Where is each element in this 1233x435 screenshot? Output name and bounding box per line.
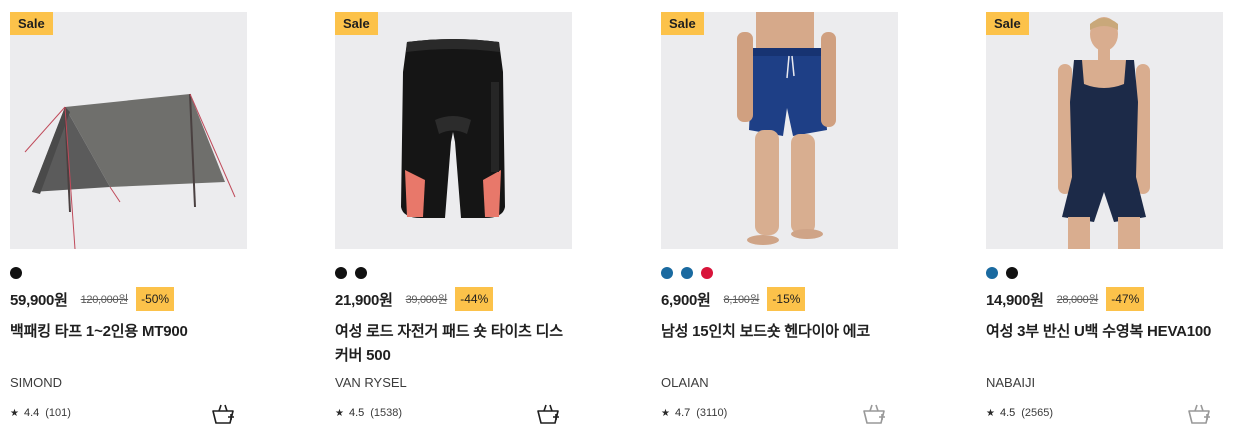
rating: ★ 4.5 (2565)	[986, 405, 1053, 421]
add-to-cart-icon	[1188, 404, 1210, 424]
product-brand: VAN RYSEL	[335, 375, 407, 390]
color-swatch-black[interactable]	[10, 267, 22, 279]
discount-badge: -50%	[136, 287, 175, 311]
product-card[interactable]: Sale 21,900원 39,000원 -44% 여성 로드 자전거 패드 숏…	[335, 0, 572, 435]
swim-shorts-image	[737, 12, 836, 245]
price-row: 14,900원 28,000원 -47%	[986, 287, 1145, 311]
sale-price: 14,900원	[986, 291, 1044, 309]
product-image[interactable]	[986, 12, 1223, 249]
review-count: (2565)	[1021, 407, 1054, 419]
sale-badge: Sale	[661, 12, 704, 35]
cycling-shorts-image	[401, 39, 505, 218]
review-count: (1538)	[370, 407, 403, 419]
product-title[interactable]: 남성 15인치 보드숏 헨다이아 에코	[661, 320, 898, 344]
add-to-cart-button[interactable]	[211, 402, 235, 426]
price-row: 6,900원 8,100원 -15%	[661, 287, 806, 311]
review-count: (101)	[45, 407, 71, 419]
color-swatches	[986, 267, 1018, 279]
add-to-cart-icon	[863, 404, 885, 424]
color-swatches	[661, 267, 713, 279]
review-count: (3110)	[696, 407, 728, 419]
product-card[interactable]: Sale 6,900원 8,100원 -15% 남성 15인치 보드숏 헨다이아…	[661, 0, 898, 435]
color-swatch-black[interactable]	[335, 267, 347, 279]
sale-badge: Sale	[986, 12, 1029, 35]
add-to-cart-button[interactable]	[1187, 402, 1211, 426]
sale-price: 6,900원	[661, 291, 711, 309]
color-swatch-blue[interactable]	[986, 267, 998, 279]
star-icon: ★	[661, 407, 670, 419]
color-swatch-black[interactable]	[1006, 267, 1018, 279]
price-row: 59,900원 120,000원 -50%	[10, 287, 175, 311]
product-card[interactable]: Sale 59,900원 120,000원 -50% 백패킹 타프 1~2인용 …	[10, 0, 247, 435]
color-swatch-blue[interactable]	[661, 267, 673, 279]
star-icon: ★	[986, 407, 995, 419]
add-to-cart-button[interactable]	[862, 402, 886, 426]
rating: ★ 4.4 (101)	[10, 405, 71, 421]
original-price: 28,000원	[1056, 294, 1099, 306]
discount-badge: -47%	[1106, 287, 1145, 311]
swimsuit-image	[1058, 17, 1150, 249]
product-brand: NABAIJI	[986, 375, 1036, 390]
rating-value: 4.7	[674, 407, 691, 419]
color-swatch-black[interactable]	[355, 267, 367, 279]
rating: ★ 4.7 (3110)	[661, 405, 727, 421]
color-swatch-red[interactable]	[701, 267, 713, 279]
product-image[interactable]	[335, 12, 572, 249]
color-swatches	[10, 267, 22, 279]
discount-badge: -15%	[767, 287, 806, 311]
add-to-cart-icon	[537, 404, 559, 424]
product-image[interactable]	[661, 12, 898, 249]
rating: ★ 4.5 (1538)	[335, 405, 402, 421]
tent-tarp-image	[24, 93, 236, 249]
rating-value: 4.4	[23, 407, 40, 419]
rating-value: 4.5	[348, 407, 365, 419]
original-price: 39,000원	[405, 294, 448, 306]
sale-price: 21,900원	[335, 291, 393, 309]
add-to-cart-icon	[212, 404, 234, 424]
product-title[interactable]: 백패킹 타프 1~2인용 MT900	[10, 320, 247, 344]
product-title[interactable]: 여성 로드 자전거 패드 숏 타이츠 디스 커버 500	[335, 320, 572, 368]
sale-badge: Sale	[335, 12, 378, 35]
rating-value: 4.5	[999, 407, 1016, 419]
product-brand: OLAIAN	[661, 375, 709, 390]
add-to-cart-button[interactable]	[536, 402, 560, 426]
product-card[interactable]: Sale 14,900원 28,000원 -47% 여성 3부 반신 U백 수영…	[986, 0, 1223, 435]
sale-badge: Sale	[10, 12, 53, 35]
star-icon: ★	[10, 407, 19, 419]
product-grid: Sale 59,900원 120,000원 -50% 백패킹 타프 1~2인용 …	[0, 0, 1233, 435]
star-icon: ★	[335, 407, 344, 419]
color-swatch-blue[interactable]	[681, 267, 693, 279]
original-price: 8,100원	[723, 294, 760, 306]
price-row: 21,900원 39,000원 -44%	[335, 287, 494, 311]
original-price: 120,000원	[80, 294, 129, 306]
product-title[interactable]: 여성 3부 반신 U백 수영복 HEVA100	[986, 320, 1223, 344]
product-image[interactable]	[10, 12, 247, 249]
product-brand: SIMOND	[10, 375, 62, 390]
sale-price: 59,900원	[10, 291, 68, 309]
discount-badge: -44%	[455, 287, 494, 311]
color-swatches	[335, 267, 367, 279]
